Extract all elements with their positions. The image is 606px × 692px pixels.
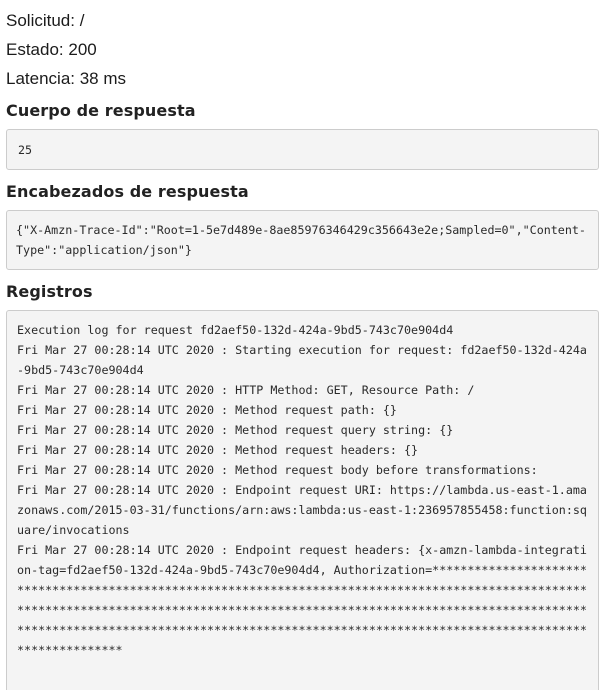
response-status: Estado: 200 bbox=[6, 40, 97, 59]
response-headers-title: Encabezados de respuesta bbox=[6, 182, 249, 201]
response-headers-content: {"X-Amzn-Trace-Id":"Root=1-5e7d489e-8ae8… bbox=[16, 223, 586, 257]
request-path: Solicitud: / bbox=[6, 11, 85, 30]
logs-box[interactable]: Execution log for request fd2aef50-132d-… bbox=[6, 310, 599, 690]
response-headers-box[interactable]: {"X-Amzn-Trace-Id":"Root=1-5e7d489e-8ae8… bbox=[6, 210, 599, 270]
logs-title: Registros bbox=[6, 282, 93, 301]
test-result-panel: Solicitud: / Estado: 200 Latencia: 38 ms… bbox=[6, 6, 600, 690]
log-line: Fri Mar 27 00:28:14 UTC 2020 : Method re… bbox=[17, 463, 538, 477]
log-line: Fri Mar 27 00:28:14 UTC 2020 : Endpoint … bbox=[17, 483, 587, 537]
log-line: Fri Mar 27 00:28:14 UTC 2020 : Method re… bbox=[17, 403, 397, 417]
response-body-box[interactable]: 25 bbox=[6, 129, 599, 170]
log-line: Fri Mar 27 00:28:14 UTC 2020 : Method re… bbox=[17, 443, 419, 457]
log-line: Fri Mar 27 00:28:14 UTC 2020 : HTTP Meth… bbox=[17, 383, 475, 397]
response-latency: Latencia: 38 ms bbox=[6, 69, 127, 88]
response-body-title: Cuerpo de respuesta bbox=[6, 101, 196, 120]
log-line: Fri Mar 27 00:28:14 UTC 2020 : Starting … bbox=[17, 343, 587, 377]
response-body-content: 25 bbox=[18, 143, 33, 157]
log-line: Fri Mar 27 00:28:14 UTC 2020 : Method re… bbox=[17, 423, 454, 437]
log-line: Execution log for request fd2aef50-132d-… bbox=[17, 323, 454, 337]
log-line: Fri Mar 27 00:28:14 UTC 2020 : Endpoint … bbox=[17, 543, 587, 657]
